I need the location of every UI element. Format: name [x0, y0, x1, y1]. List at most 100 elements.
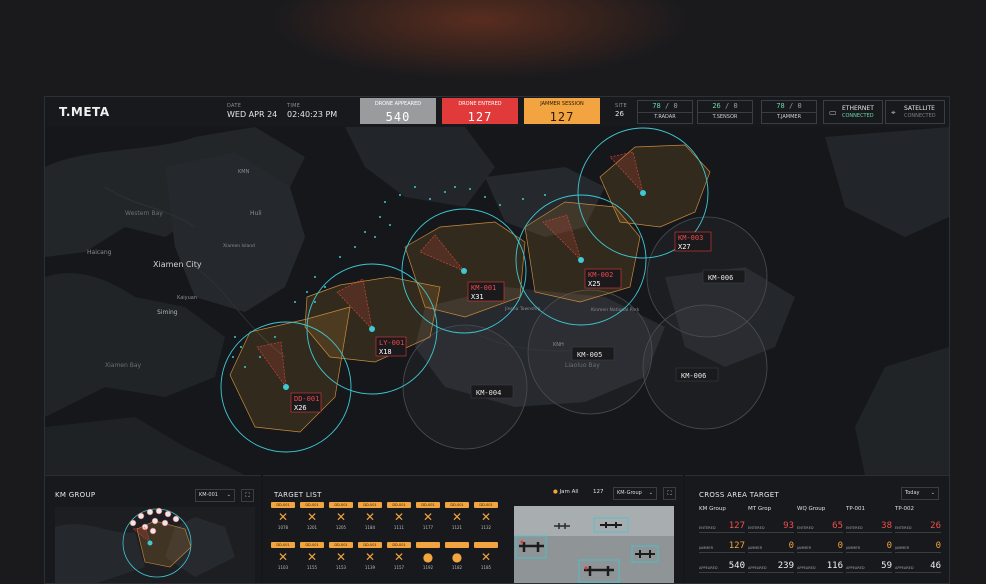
zone-label-km-001[interactable]: KM-001 X31: [467, 281, 505, 302]
appeared-value: 59: [881, 561, 892, 571]
map-label-jinsha: Jinsha Township: [504, 306, 541, 312]
target-card[interactable]: ● 1192: [416, 542, 440, 576]
sensor-node-km-002[interactable]: [578, 257, 584, 263]
drone-camera-feed[interactable]: [514, 506, 674, 584]
target-card[interactable]: DD-001 ✕ 1111: [387, 502, 411, 536]
zone-label-km-003[interactable]: KM-003 X27: [674, 231, 712, 252]
satellite-status[interactable]: ⌖ SATELLITE CONNECTED: [885, 100, 945, 124]
monitor-icon: ▭: [829, 108, 837, 117]
jammer-label: JAMMER: [748, 546, 763, 550]
drone-icon: ✕: [480, 550, 492, 564]
zone-label-km-004[interactable]: KM-004: [470, 384, 514, 399]
jammer-session-value: 127: [549, 110, 575, 124]
target-card[interactable]: DD-001 ✕ 1184: [358, 502, 382, 536]
site-value: 26: [615, 110, 624, 118]
entered-label: ENTERED: [797, 526, 814, 530]
sensor-node-km-003[interactable]: [640, 190, 646, 196]
target-card[interactable]: DD-001 ✕ 1132: [474, 502, 498, 536]
target-card[interactable]: ✕ 1185: [474, 542, 498, 576]
drone-icon: ✕: [393, 510, 405, 524]
target-card[interactable]: DD-001 ✕ 1157: [387, 542, 411, 576]
zone-id-dd-001: DD-001: [294, 395, 319, 403]
sensor-node-km-001[interactable]: [461, 268, 467, 274]
expand-icon[interactable]: ⛶: [663, 487, 676, 500]
ethernet-label: ETHERNET: [842, 105, 874, 112]
target-tag: DD-001: [358, 502, 382, 508]
zone-label-dd-001[interactable]: DD-001 X26: [290, 392, 322, 413]
jam-all-button[interactable]: ● Jam All: [553, 489, 578, 495]
target-group-select[interactable]: KM-Group ⌄: [613, 487, 657, 500]
sensor-status[interactable]: 26 / 0 T.SENSOR: [697, 100, 753, 124]
zone-id-ly-001: LY-001: [379, 339, 404, 347]
target-card[interactable]: DD-001 ✕ 1153: [329, 542, 353, 576]
jammer-label: JAMMER: [797, 546, 812, 550]
km-group-minimap[interactable]: [55, 507, 255, 584]
cross-group-tp-002[interactable]: TP-002 ENTERED 26 JAMMER 0 APPEARED 46: [895, 506, 943, 573]
jammer-label: JAMMER: [699, 546, 714, 550]
target-card[interactable]: DD-001 ✕ 1205: [329, 502, 353, 536]
target-number: 1205: [335, 525, 347, 530]
target-card[interactable]: DD-001 ✕ 1103: [271, 542, 295, 576]
date-value: WED APR 24: [227, 110, 278, 119]
drone-icon: ●: [451, 550, 463, 564]
target-card[interactable]: DD-001 ✕ 1078: [271, 502, 295, 536]
appeared-label: APPEARED: [797, 566, 816, 570]
entered-label: ENTERED: [748, 526, 765, 530]
zone-label-km-006-upper[interactable]: KM-006: [702, 269, 746, 284]
jammer-label: T.JAMMER: [762, 112, 816, 120]
appeared-value: 46: [930, 561, 941, 571]
zone-label-km-005[interactable]: KM-005: [571, 346, 615, 361]
entered-label: ENTERED: [699, 526, 716, 530]
sensor-on-count: 26: [712, 102, 721, 110]
radar-on-count: 78: [652, 102, 661, 110]
satellite-connection: CONNECTED: [904, 113, 936, 119]
group-name: TP-002: [895, 506, 915, 512]
zone-label-ly-001[interactable]: LY-001 X18: [375, 336, 407, 357]
target-tag: [416, 542, 440, 548]
entered-row: ENTERED 93: [748, 518, 794, 533]
target-card[interactable]: DD-001 ✕ 1201: [300, 502, 324, 536]
target-tag: DD-001: [416, 502, 440, 508]
cross-group-km[interactable]: KM Group ENTERED 127 JAMMER 127 APPEARED 54…: [699, 506, 747, 573]
jammer-session-stat[interactable]: JAMMER SESSION 127: [524, 98, 600, 124]
expand-icon[interactable]: ⛶: [241, 489, 254, 502]
time-label: TIME: [287, 103, 301, 109]
drone-entered-stat[interactable]: DRONE ENTERED 127: [442, 98, 518, 124]
drone-appeared-stat[interactable]: DRONE APPEARED 540: [360, 98, 436, 124]
map-label-huli: Huli: [250, 210, 262, 217]
entered-row: ENTERED 38: [846, 518, 892, 533]
radar-status[interactable]: 78 / 0 T.RADAR: [637, 100, 693, 124]
jammer-row: JAMMER 127: [699, 538, 745, 553]
target-card[interactable]: DD-001 ✕ 1121: [445, 502, 469, 536]
range-select[interactable]: Today ⌄: [901, 487, 939, 500]
drone-icon: ✕: [306, 550, 318, 564]
jammer-icon: ●: [553, 489, 558, 495]
cross-group-wq[interactable]: WQ Group ENTERED 65 JAMMER 0 APPEARED 116: [797, 506, 845, 573]
sensor-node-dd-001[interactable]: [283, 384, 289, 390]
zone-label-km-002[interactable]: KM-002 X25: [584, 268, 622, 289]
drone-icon: ✕: [277, 550, 289, 564]
target-number: 1132: [480, 525, 492, 530]
zone-count-km-003: 27: [682, 243, 690, 251]
map-canvas[interactable]: Western Bay Haicang Xiamen City Kaiyuan …: [45, 127, 949, 475]
jammer-value: 0: [788, 541, 794, 551]
target-tag: DD-001: [329, 542, 353, 548]
cross-group-tp-001[interactable]: TP-001 ENTERED 38 JAMMER 0 APPEARED 59: [846, 506, 894, 573]
sensor-node-ly-001[interactable]: [369, 326, 375, 332]
target-card[interactable]: DD-001 ✕ 1177: [416, 502, 440, 536]
cross-group-mt[interactable]: MT Grop ENTERED 93 JAMMER 0 APPEARED 239: [748, 506, 796, 573]
target-list-title: TARGET LIST: [274, 491, 322, 499]
jammer-status[interactable]: 78 / 0 T.JAMMER: [761, 100, 817, 124]
target-card[interactable]: DD-001 ✕ 1139: [358, 542, 382, 576]
svg-text:X26: X26: [294, 404, 307, 412]
range-select-value: Today: [905, 490, 920, 496]
km-group-panel: KM GROUP KM-001 ⌄ ⛶: [45, 475, 261, 584]
zone-label-km-006-lower[interactable]: KM-006: [675, 367, 719, 382]
entered-value: 38: [881, 521, 892, 531]
ethernet-status[interactable]: ▭ ETHERNET CONNECTED: [823, 100, 883, 124]
drone-icon: ✕: [480, 510, 492, 524]
km-group-select[interactable]: KM-001 ⌄: [195, 489, 235, 502]
appeared-row: APPEARED 540: [699, 558, 745, 573]
target-card[interactable]: DD-001 ✕ 1155: [300, 542, 324, 576]
target-card[interactable]: ● 1182: [445, 542, 469, 576]
